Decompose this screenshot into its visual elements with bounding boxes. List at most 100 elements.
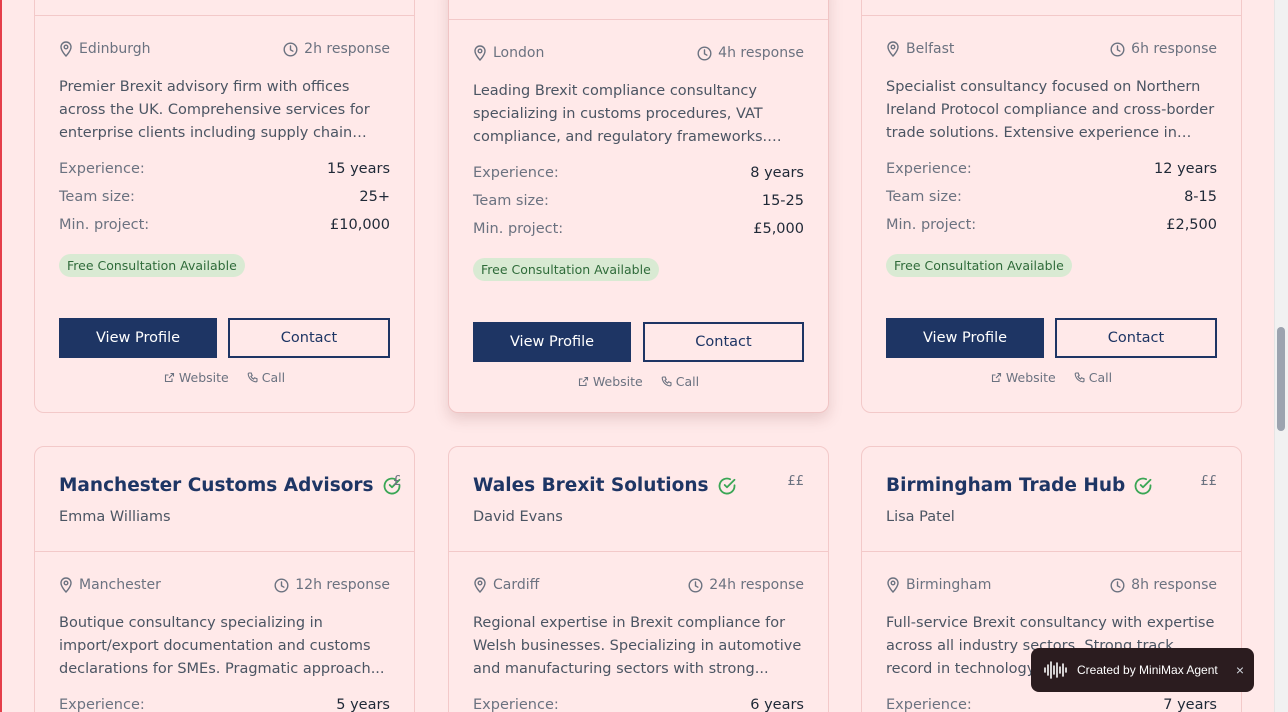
stat-label: Experience: [59,161,145,177]
website-link-label: Website [178,370,229,385]
verified-check-icon [717,476,737,496]
response-text: 12h response [295,577,390,593]
view-profile-button[interactable]: View Profile [886,318,1044,358]
stat-min-project: Min. project: £5,000 [473,221,804,237]
consultant-card: Wales Brexit Solutions ££ David Evans Ca… [448,446,829,712]
price-tier: £ [393,474,402,489]
call-link[interactable]: Call [1074,370,1112,385]
stat-value: 12 years [1154,161,1217,177]
description: Premier Brexit advisory firm with office… [59,79,370,141]
clock-icon [274,577,289,593]
stat-experience: Experience: 15 years [59,161,390,177]
contact-person: David Evans [473,509,563,525]
response-text: 24h response [709,577,804,593]
waveform-icon [1043,660,1069,680]
clock-icon [688,577,703,593]
map-pin-icon [59,41,73,57]
card-divider [449,19,828,20]
website-link[interactable]: Website [164,370,229,385]
map-pin-icon [473,45,487,61]
view-profile-button[interactable]: View Profile [473,322,631,362]
contact-button[interactable]: Contact [1055,318,1217,358]
external-link-icon [164,372,175,383]
stat-value: 5 years [336,697,390,712]
website-link[interactable]: Website [578,374,643,389]
map-pin-icon [473,577,487,593]
consultant-name[interactable]: Manchester Customs Advisors [59,475,402,496]
location-text: Manchester [79,577,161,593]
card-links: Website Call [449,374,828,389]
stat-label: Min. project: [59,217,150,233]
free-consultation-badge: Free Consultation Available [59,254,245,277]
phone-icon [661,376,672,387]
description: Specialist consultancy focused on Northe… [886,79,1215,141]
consultant-name[interactable]: Wales Brexit Solutions [473,475,737,496]
stat-experience: Experience: 8 years [473,165,804,181]
stat-value: 8-15 [1184,189,1217,205]
clock-icon [697,45,712,61]
call-link[interactable]: Call [247,370,285,385]
stat-label: Team size: [473,193,549,209]
website-link-label: Website [1005,370,1056,385]
location-text: London [493,45,545,61]
location-text: Edinburgh [79,41,151,57]
consultant-name[interactable]: Birmingham Trade Hub [886,475,1153,496]
price-tier: ££ [787,474,804,489]
stat-value: £10,000 [330,217,390,233]
minimax-agent-toast[interactable]: Created by MiniMax Agent × [1031,648,1254,692]
map-pin-icon [886,577,900,593]
verified-check-icon [1133,476,1153,496]
consultant-card: Edinburgh 2h response Premier Brexit adv… [34,0,415,413]
scrollbar-thumb[interactable] [1277,327,1285,431]
stat-value: 25+ [359,189,390,205]
external-link-icon [578,376,589,387]
stat-value: 8 years [750,165,804,181]
description: Boutique consultancy specializing in imp… [59,615,385,677]
card-divider [449,551,828,552]
response-text: 6h response [1131,41,1217,57]
price-tier: ££ [1200,474,1217,489]
stat-label: Experience: [886,697,972,712]
location: Manchester [59,577,161,593]
stat-label: Experience: [886,161,972,177]
vertical-scrollbar[interactable] [1274,0,1288,712]
stat-value: £5,000 [753,221,804,237]
stat-label: Min. project: [473,221,564,237]
call-link[interactable]: Call [661,374,699,389]
free-consultation-badge: Free Consultation Available [886,254,1072,277]
response-time: 2h response [283,41,390,57]
consultant-name-text: Birmingham Trade Hub [886,475,1126,496]
website-link[interactable]: Website [991,370,1056,385]
call-link-label: Call [675,374,700,389]
toast-label: Created by MiniMax Agent [1077,663,1218,677]
stat-team-size: Team size: 25+ [59,189,390,205]
stat-value: 15-25 [761,193,804,209]
close-icon[interactable]: × [1236,662,1244,678]
stat-min-project: Min. project: £10,000 [59,217,390,233]
consultant-name-text: Manchester Customs Advisors [59,475,374,496]
contact-button[interactable]: Contact [228,318,390,358]
location: Belfast [886,41,954,57]
response-time: 8h response [1110,577,1217,593]
stat-experience: Experience: 12 years [886,161,1217,177]
description: Regional expertise in Brexit compliance … [473,615,802,677]
contact-person: Lisa Patel [886,509,955,525]
response-time: 12h response [274,577,390,593]
card-divider [862,551,1241,552]
location: Edinburgh [59,41,151,57]
call-link-label: Call [1088,370,1113,385]
stat-value: 6 years [750,697,804,712]
response-text: 2h response [304,41,390,57]
consultant-card: London 4h response Leading Brexit compli… [448,0,829,413]
location: London [473,45,544,61]
clock-icon [1110,577,1125,593]
contact-button[interactable]: Contact [643,322,804,362]
response-text: 4h response [718,45,804,61]
view-profile-button[interactable]: View Profile [59,318,217,358]
external-link-icon [991,372,1002,383]
card-divider [862,15,1241,16]
stat-team-size: Team size: 15-25 [473,193,804,209]
consultant-card: Manchester Customs Advisors £ Emma Willi… [34,446,415,712]
location-text: Belfast [906,41,955,57]
stat-label: Experience: [59,697,145,712]
